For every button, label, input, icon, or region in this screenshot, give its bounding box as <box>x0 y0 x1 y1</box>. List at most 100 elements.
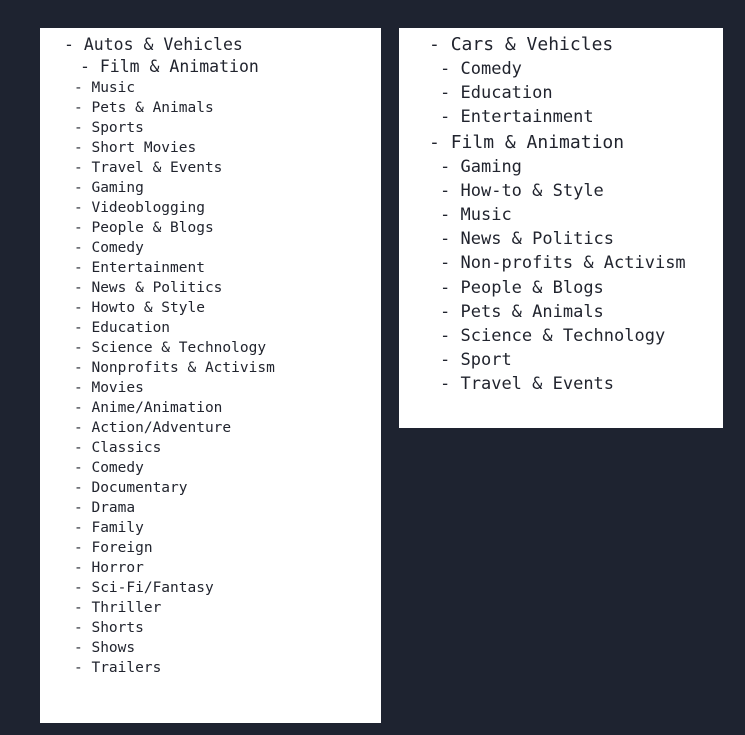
list-item-label: Pets & Animals <box>91 100 214 116</box>
list-item-label: News & Politics <box>460 229 615 250</box>
list-item-label: Foreign <box>91 540 153 556</box>
bullet-dash-icon: - <box>74 500 83 516</box>
list-item-label: Non-profits & Activism <box>460 253 686 274</box>
list-item: - Drama <box>40 498 381 518</box>
list-item-label: Gaming <box>460 156 522 177</box>
list-item-label: Pets & Animals <box>460 301 604 322</box>
list-item: - Shows <box>40 638 381 658</box>
list-item: - Science & Technology <box>399 324 723 348</box>
list-item-label: Anime/Animation <box>91 400 223 416</box>
list-item: - Documentary <box>40 478 381 498</box>
bullet-dash-icon: - <box>440 107 451 128</box>
list-item: - Film & Animation <box>40 56 381 78</box>
bullet-dash-icon: - <box>74 400 83 416</box>
bullet-dash-icon: - <box>74 360 83 376</box>
left-category-panel: - Autos & Vehicles - Film & Animation - Mu… <box>40 28 381 723</box>
list-item-label: Documentary <box>91 480 188 496</box>
list-item-label: Sport <box>460 350 512 371</box>
list-item-label: Horror <box>91 560 144 576</box>
bullet-dash-icon: - <box>74 480 83 496</box>
list-item: - Education <box>399 81 723 105</box>
list-item-label: Cars & Vehicles <box>450 34 614 55</box>
list-item: - Anime/Animation <box>40 398 381 418</box>
bullet-dash-icon: - <box>74 460 83 476</box>
list-item: - Thriller <box>40 598 381 618</box>
bullet-dash-icon: - <box>74 180 83 196</box>
list-item: - Education <box>40 318 381 338</box>
bullet-dash-icon: - <box>80 57 90 76</box>
bullet-dash-icon: - <box>440 156 451 177</box>
list-item: - Short Movies <box>40 138 381 158</box>
list-item: - Horror <box>40 558 381 578</box>
list-item: - Howto & Style <box>40 298 381 318</box>
list-item: - Non-profits & Activism <box>399 251 723 275</box>
bullet-dash-icon: - <box>440 59 451 79</box>
list-item: - Science & Technology <box>40 338 381 358</box>
list-item-label: Music <box>91 80 136 96</box>
list-item: - Film & Animation <box>399 130 723 155</box>
bullet-dash-icon: - <box>74 160 83 176</box>
list-item-label: Sports <box>91 120 144 136</box>
bullet-dash-icon: - <box>74 100 83 116</box>
list-item-label: Comedy <box>91 460 144 476</box>
bullet-dash-icon: - <box>429 131 440 153</box>
bullet-dash-icon: - <box>74 240 83 256</box>
bullet-dash-icon: - <box>74 620 83 636</box>
bullet-dash-icon: - <box>74 540 83 556</box>
list-item-label: Comedy <box>91 240 144 256</box>
list-item-label: Travel & Events <box>460 374 615 395</box>
bullet-dash-icon: - <box>74 300 83 316</box>
bullet-dash-icon: - <box>74 260 83 276</box>
list-item: - Family <box>40 518 381 538</box>
list-item-label: Short Movies <box>91 140 197 156</box>
list-item-label: Thriller <box>91 600 162 616</box>
list-item: - Comedy <box>40 458 381 478</box>
bullet-dash-icon: - <box>74 220 83 236</box>
bullet-dash-icon: - <box>74 440 83 456</box>
list-item: - How-to & Style <box>399 179 723 203</box>
list-item: - Pets & Animals <box>399 300 723 324</box>
bullet-dash-icon: - <box>74 580 83 596</box>
list-item-label: Videoblogging <box>91 200 205 216</box>
list-item: - Movies <box>40 378 381 398</box>
list-item-label: Shows <box>91 640 136 656</box>
bullet-dash-icon: - <box>74 80 83 96</box>
list-item-label: Travel & Events <box>91 160 223 176</box>
bullet-dash-icon: - <box>74 120 83 136</box>
list-item: - Comedy <box>399 57 723 81</box>
list-item-label: Nonprofits & Activism <box>91 360 275 376</box>
bullet-dash-icon: - <box>74 600 83 616</box>
list-item: - People & Blogs <box>399 276 723 300</box>
list-item-label: Gaming <box>91 180 144 196</box>
list-item: - Comedy <box>40 238 381 258</box>
list-item: - Sports <box>40 118 381 138</box>
list-item-label: Film & Animation <box>99 57 259 76</box>
list-item: - Entertainment <box>40 258 381 278</box>
bullet-dash-icon: - <box>74 340 83 356</box>
list-item-label: Movies <box>91 380 144 396</box>
bullet-dash-icon: - <box>74 640 83 656</box>
list-item: - Travel & Events <box>399 372 723 396</box>
list-item: - Action/Adventure <box>40 418 381 438</box>
list-item-label: People & Blogs <box>91 220 214 236</box>
bullet-dash-icon: - <box>74 280 83 296</box>
list-item: - Trailers <box>40 658 381 678</box>
bullet-dash-icon: - <box>440 229 451 250</box>
list-item-label: Film & Animation <box>450 131 625 153</box>
list-item: - Music <box>399 203 723 227</box>
bullet-dash-icon: - <box>440 326 451 347</box>
list-item: - Sport <box>399 348 723 372</box>
bullet-dash-icon: - <box>74 140 83 156</box>
list-item: - Classics <box>40 438 381 458</box>
bullet-dash-icon: - <box>440 350 451 371</box>
bullet-dash-icon: - <box>440 374 451 395</box>
list-item: - Gaming <box>40 178 381 198</box>
bullet-dash-icon: - <box>74 380 83 396</box>
list-item-label: Action/Adventure <box>91 420 232 436</box>
list-item: - Foreign <box>40 538 381 558</box>
bullet-dash-icon: - <box>64 35 74 54</box>
bullet-dash-icon: - <box>429 34 440 55</box>
list-item-label: How-to & Style <box>460 180 604 201</box>
list-item: - Cars & Vehicles <box>399 32 723 57</box>
list-item: - Shorts <box>40 618 381 638</box>
